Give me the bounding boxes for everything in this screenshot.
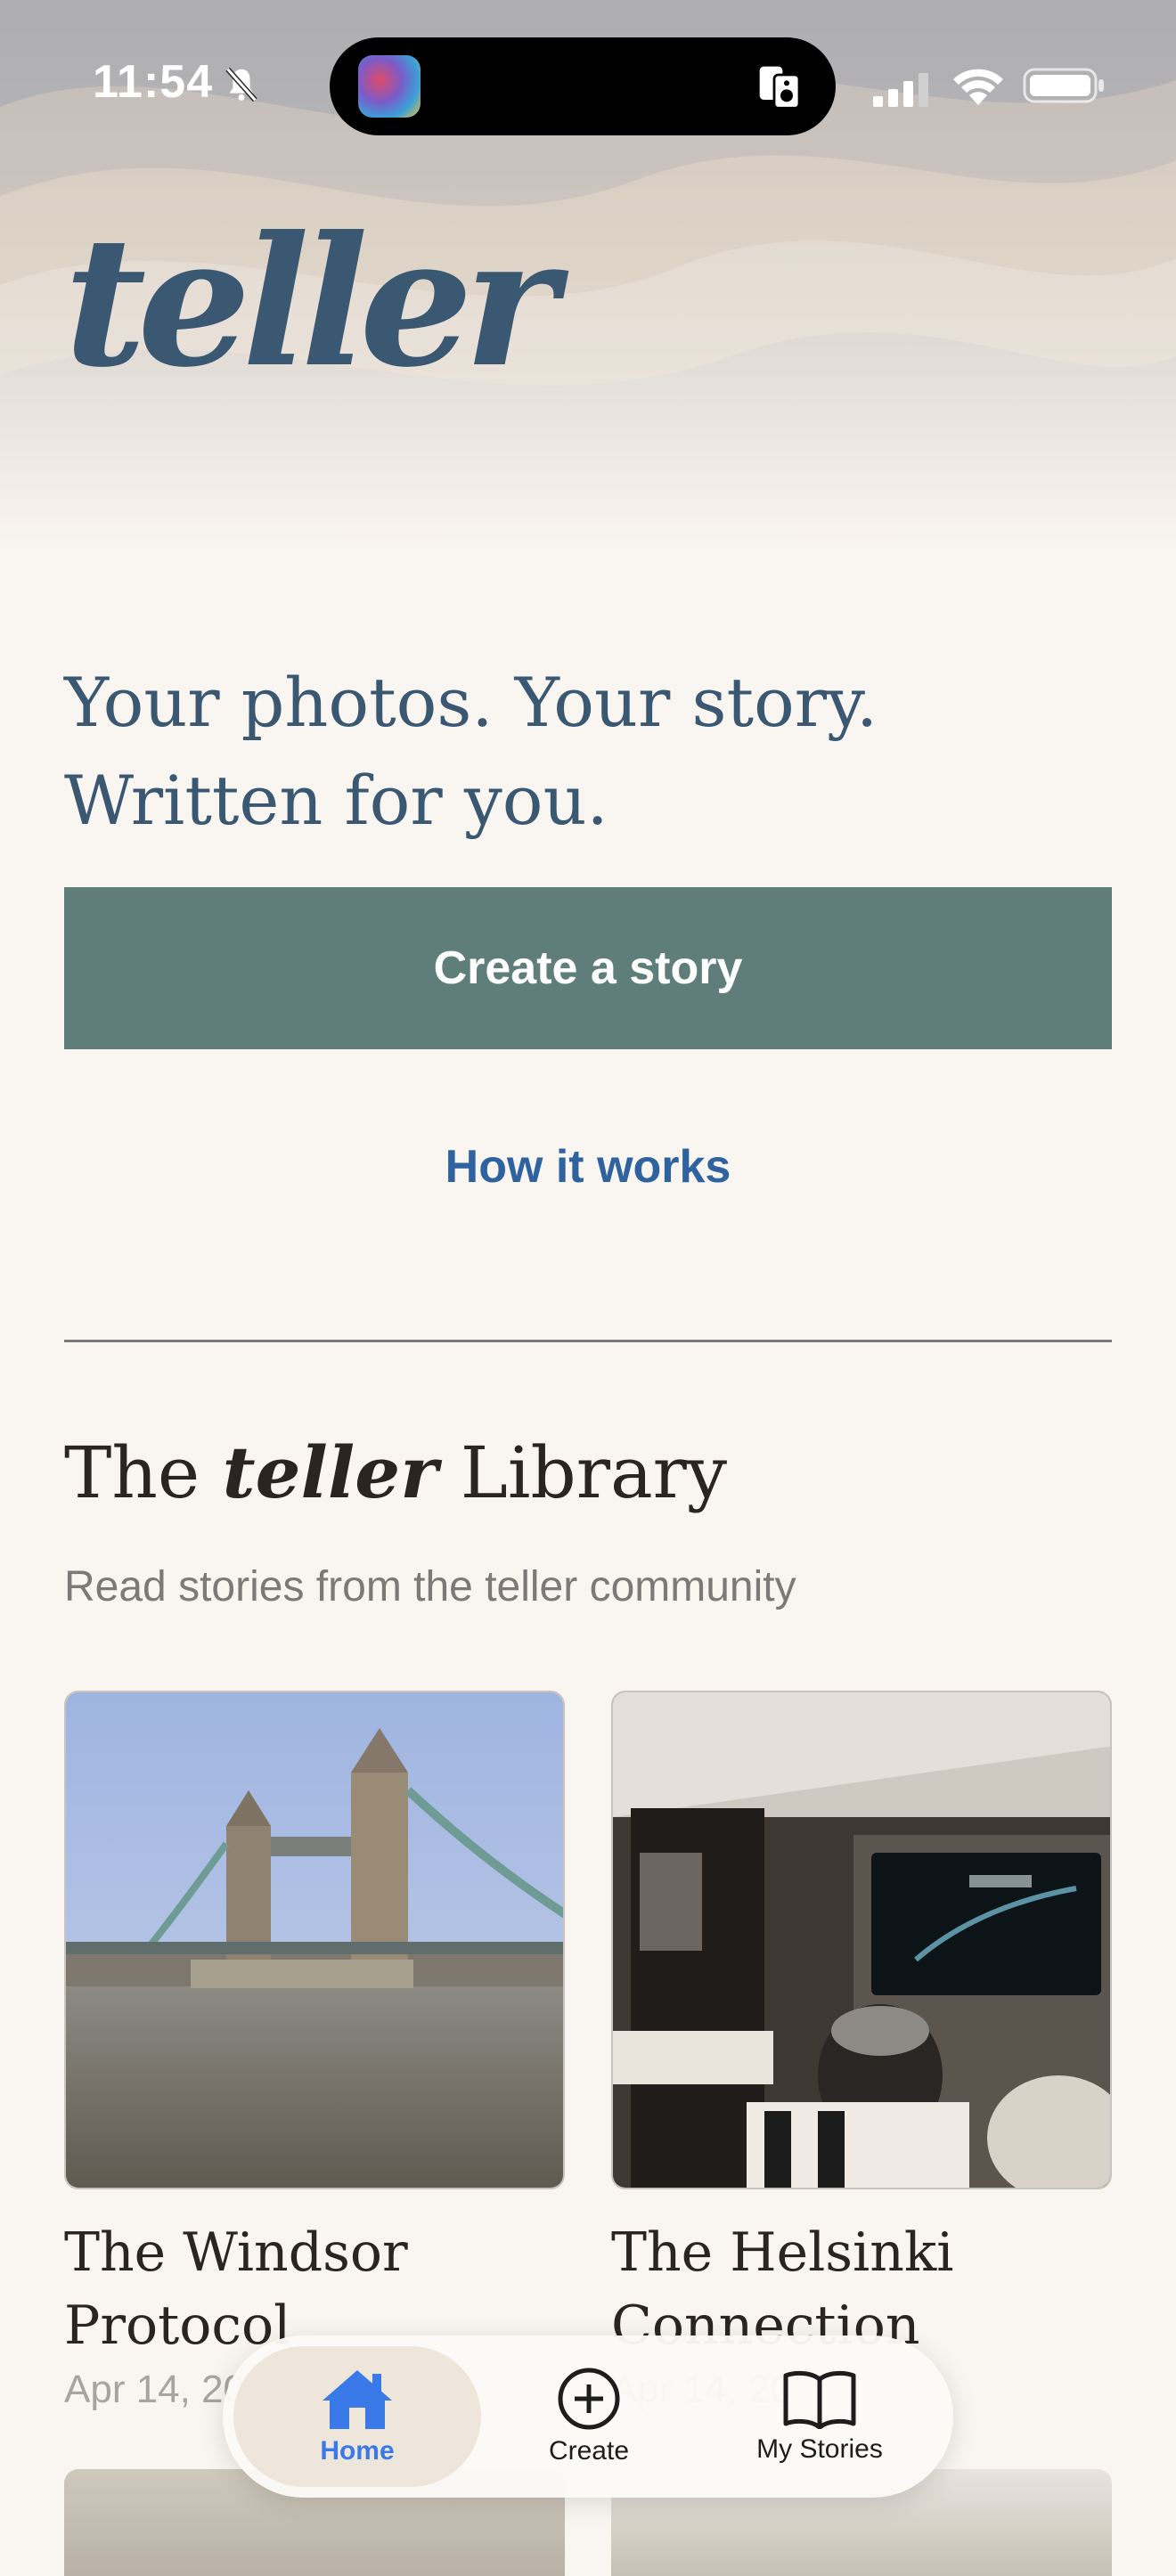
tower-bridge-photo [66, 1692, 563, 2188]
library-title-prefix: The [64, 1431, 200, 1514]
battery-icon [1023, 68, 1104, 103]
tab-bar: Home Create My Stories [223, 2336, 953, 2498]
cellular-signal-icon [873, 73, 928, 107]
section-divider [64, 1340, 1112, 1342]
story-card[interactable]: The Windsor Protocol Apr 14, 20 [64, 1691, 565, 2412]
tab-create[interactable]: Create [488, 2346, 690, 2487]
story-card[interactable]: The Helsinki Connection Apr 14, 20 [611, 1691, 1112, 2412]
how-it-works-link[interactable]: How it works [0, 1140, 1176, 1194]
status-time: 11:54 [93, 56, 214, 108]
library-title-suffix: Library [460, 1431, 728, 1514]
story-cover-image[interactable] [64, 1691, 565, 2189]
hero-tagline: Your photos. Your story. Written for you… [64, 663, 878, 840]
silent-bell-icon [225, 67, 257, 102]
library-title: The teller Library [64, 1431, 727, 1514]
app-activity-icon[interactable] [358, 55, 421, 118]
tab-my-stories-label: My Stories [756, 2434, 883, 2464]
wifi-icon [953, 69, 1003, 105]
library-subtitle: Read stories from the teller community [64, 1563, 796, 1610]
speaker-icon [759, 66, 801, 110]
airplane-cabin-photo [613, 1692, 1110, 2188]
teller-logo: teller [64, 198, 558, 407]
plus-circle-icon [558, 2368, 620, 2430]
tab-my-stories[interactable]: My Stories [697, 2346, 943, 2487]
tab-home[interactable]: Home [233, 2346, 481, 2487]
story-cover-image[interactable] [611, 1691, 1112, 2189]
status-bar: 11:54 [0, 0, 1176, 178]
dynamic-island[interactable] [330, 37, 836, 135]
book-icon [783, 2370, 856, 2429]
create-story-button[interactable]: Create a story [64, 887, 1112, 1049]
house-icon [323, 2370, 392, 2429]
tab-home-label: Home [320, 2436, 395, 2466]
library-title-brand: teller [222, 1431, 438, 1514]
tab-create-label: Create [548, 2436, 630, 2466]
